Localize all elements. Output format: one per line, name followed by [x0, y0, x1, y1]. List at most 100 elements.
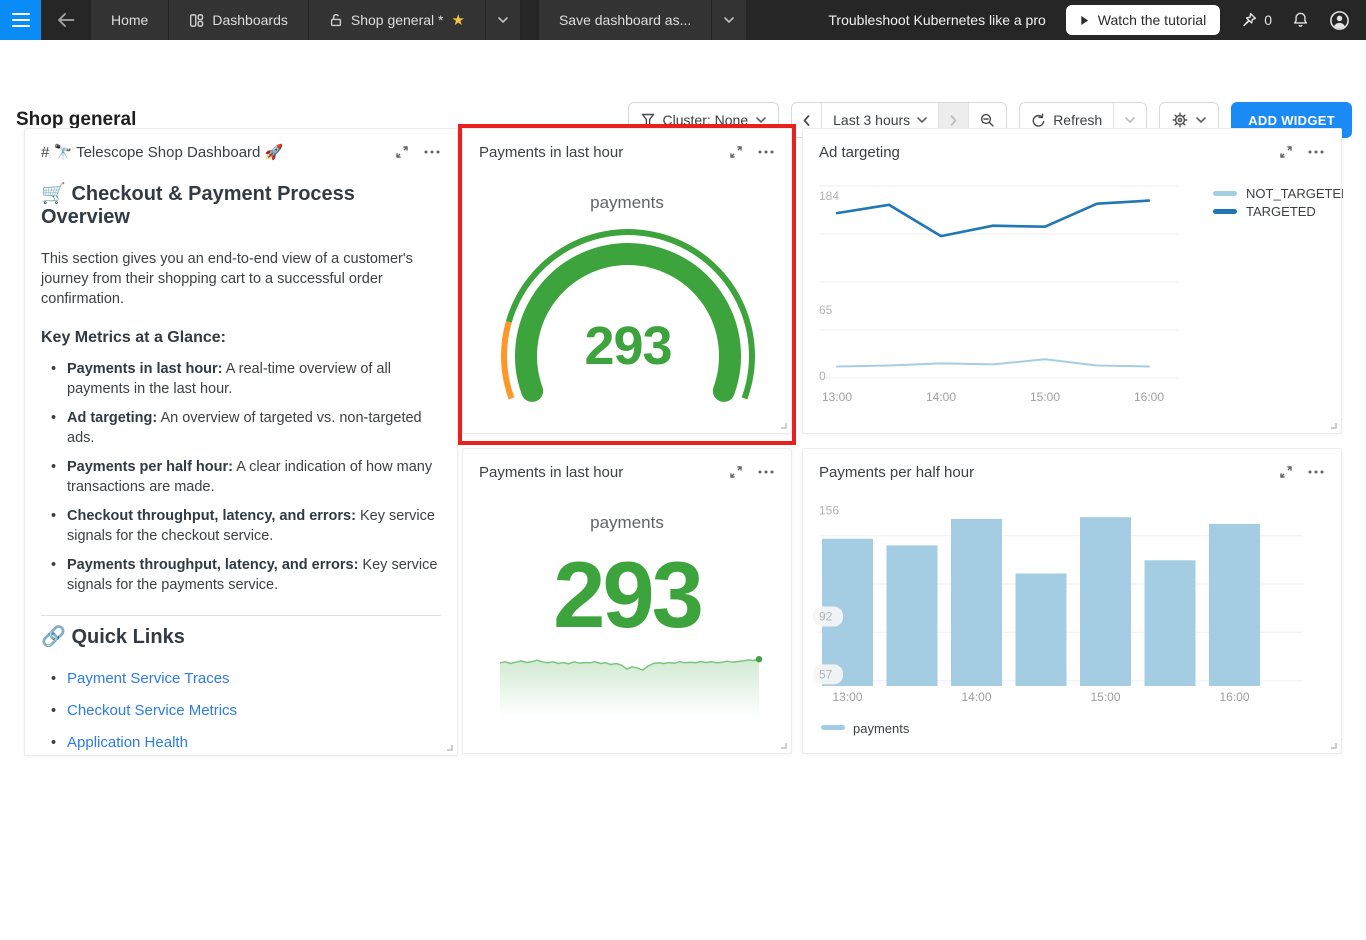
widget-title: # 🔭 Telescope Shop Dashboard 🚀 [41, 144, 284, 161]
svg-text:92: 92 [819, 610, 833, 624]
svg-text:65: 65 [819, 303, 833, 317]
ellipsis-icon [1308, 150, 1324, 154]
chevron-left-icon [803, 114, 810, 126]
expand-icon [730, 146, 742, 158]
markdown-intro: This section gives you an end-to-end vie… [41, 251, 413, 307]
pin-icon [1243, 12, 1257, 26]
cluster-filter-label: Cluster: None [662, 112, 749, 128]
ellipsis-icon [758, 470, 774, 474]
promo-text: Troubleshoot Kubernetes like a pro [828, 12, 1046, 28]
svg-text:NOT_TARGETED: NOT_TARGETED [1246, 186, 1343, 201]
svg-text:16:00: 16:00 [1134, 390, 1164, 404]
expand-widget-button[interactable] [1279, 145, 1293, 159]
dashboards-icon [190, 13, 204, 27]
expand-icon [396, 146, 408, 158]
expand-widget-button[interactable] [729, 145, 743, 159]
refresh-icon [1032, 113, 1045, 127]
svg-text:13:00: 13:00 [832, 690, 862, 704]
widget-ad-targeting: Ad targeting 184 65 0 13:00 14:00 15:00 16:00 N… [802, 128, 1343, 434]
expand-widget-button[interactable] [729, 465, 743, 479]
payments-value: 293 [553, 542, 704, 647]
chevron-right-icon [950, 114, 957, 126]
metric-label: payments [590, 193, 664, 212]
tab-home-label: Home [111, 12, 149, 28]
unlock-icon [330, 14, 341, 27]
svg-text:16:00: 16:00 [1219, 690, 1249, 704]
widget-menu-button[interactable] [757, 465, 775, 479]
markdown-content: 🛒 Checkout & Payment Process Overview Th… [25, 173, 457, 755]
list-item: Ad targeting: An overview of targeted vs… [49, 408, 441, 448]
svg-text:184: 184 [819, 189, 839, 203]
widget-menu-button[interactable] [423, 145, 441, 159]
notifications-button[interactable] [1292, 11, 1309, 29]
svg-text:293: 293 [584, 316, 671, 376]
save-tab-group: Save dashboard as... [538, 0, 748, 40]
refresh-label: Refresh [1053, 112, 1103, 128]
application-health-link[interactable]: Application Health [67, 734, 188, 751]
user-avatar-button[interactable] [1329, 10, 1350, 31]
widget-payments-per-half-hour: Payments per half hour 156 92 57 13:00 14:00… [802, 448, 1342, 754]
svg-text:14:00: 14:00 [961, 690, 991, 704]
top-navigation-bar: Home Dashboards Shop general * ★ Save da… [0, 0, 1366, 40]
arrow-left-icon [58, 13, 75, 27]
ellipsis-icon [1308, 470, 1324, 474]
list-item: Application Health [49, 733, 441, 753]
chevron-down-icon [724, 17, 735, 23]
list-item: Checkout throughput, latency, and errors… [49, 506, 441, 546]
quick-links-heading: 🔗 Quick Links [41, 626, 185, 648]
nav-tabs: Home Dashboards Shop general * ★ [91, 0, 521, 40]
tab-dashboards[interactable]: Dashboards [169, 0, 309, 40]
tab-shop-general-label: Shop general * [350, 12, 444, 28]
expand-widget-button[interactable] [1279, 465, 1293, 479]
zoom-out-icon [981, 113, 994, 127]
metrics-list: Payments in last hour: A real-time overv… [49, 359, 441, 595]
avatar-icon [1330, 10, 1349, 30]
pinned-items-button[interactable]: 0 [1240, 12, 1272, 29]
resize-handle[interactable] [1328, 420, 1337, 429]
watch-tutorial-label: Watch the tutorial [1097, 12, 1207, 28]
ellipsis-icon [424, 150, 440, 154]
expand-icon [1280, 466, 1292, 478]
tab-home[interactable]: Home [91, 0, 170, 40]
payment-service-traces-link[interactable]: Payment Service Traces [67, 670, 230, 687]
chevron-down-icon [1196, 117, 1207, 123]
widget-menu-button[interactable] [757, 145, 775, 159]
list-item: Payments per half hour: A clear indicati… [49, 457, 441, 497]
filter-funnel-icon [641, 113, 654, 127]
save-dashboard-dropdown-button[interactable] [712, 0, 748, 40]
list-item: Checkout Service Metrics [49, 701, 441, 721]
resize-handle[interactable] [1328, 740, 1337, 749]
save-dashboard-as-button[interactable]: Save dashboard as... [538, 0, 713, 40]
watch-tutorial-button[interactable]: Watch the tutorial [1065, 5, 1221, 35]
widget-title: Payments per half hour [819, 463, 975, 481]
widget-title: Payments in last hour [479, 143, 624, 161]
chevron-down-icon [917, 117, 927, 123]
ellipsis-icon [758, 150, 774, 154]
widget-menu-button[interactable] [1307, 145, 1325, 159]
shop-general-dropdown-button[interactable] [485, 0, 521, 40]
list-item: Payment Service Traces [49, 669, 441, 689]
list-item: Payments throughput, latency, and errors… [49, 555, 441, 595]
widget-payments-number: Payments in last hour payments 293 [462, 448, 792, 754]
resize-handle[interactable] [778, 420, 787, 429]
resize-handle[interactable] [778, 740, 787, 749]
widget-menu-button[interactable] [1307, 465, 1325, 479]
expand-widget-button[interactable] [395, 145, 409, 159]
widget-payments-gauge: Payments in last hour payments 293 [462, 128, 792, 434]
quick-links-list: Payment Service Traces Checkout Service … [49, 669, 441, 755]
checkout-service-metrics-link[interactable]: Checkout Service Metrics [67, 702, 237, 719]
hamburger-menu-button[interactable] [0, 0, 41, 40]
favorite-star-icon[interactable]: ★ [452, 13, 465, 28]
svg-text:payments: payments [853, 721, 910, 736]
svg-text:156: 156 [819, 504, 839, 518]
chevron-down-icon [1125, 117, 1136, 123]
pin-count: 0 [1264, 12, 1272, 28]
tab-shop-general[interactable]: Shop general * ★ [308, 0, 486, 40]
resize-handle[interactable] [444, 742, 453, 751]
back-button[interactable] [41, 0, 91, 40]
expand-icon [730, 466, 742, 478]
svg-text:0: 0 [819, 369, 826, 383]
widget-markdown: # 🔭 Telescope Shop Dashboard 🚀 🛒 Checkou… [24, 128, 458, 756]
metrics-heading: Key Metrics at a Glance: [41, 329, 226, 346]
svg-text:15:00: 15:00 [1030, 390, 1060, 404]
